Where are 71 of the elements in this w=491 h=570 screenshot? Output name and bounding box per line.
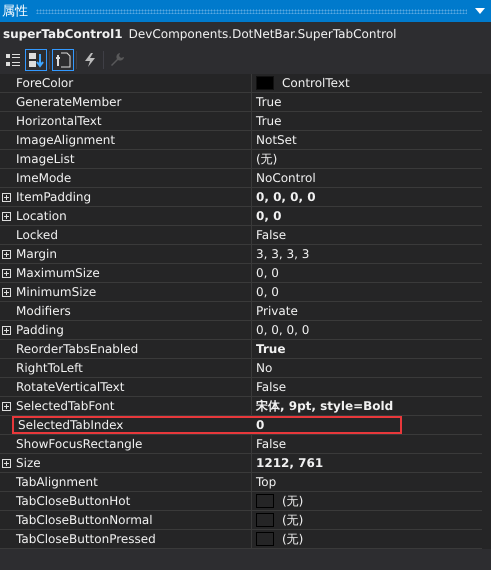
- property-value[interactable]: NoControl: [256, 171, 316, 185]
- property-value[interactable]: (无): [282, 530, 304, 548]
- property-name[interactable]: TabCloseButtonNormal: [16, 513, 153, 527]
- property-value[interactable]: (无): [282, 512, 304, 528]
- property-name[interactable]: Padding: [16, 323, 64, 337]
- object-type: DevComponents.DotNetBar.SuperTabControl: [128, 27, 397, 41]
- lightning-icon: [82, 52, 98, 68]
- property-name[interactable]: Margin: [16, 247, 57, 261]
- property-name[interactable]: SelectedTabFont: [16, 399, 114, 413]
- property-name[interactable]: ForeColor: [16, 76, 74, 90]
- dropdown-icon[interactable]: [475, 8, 485, 14]
- expand-icon[interactable]: [2, 212, 10, 220]
- property-name[interactable]: ImeMode: [16, 171, 72, 185]
- property-name[interactable]: TabCloseButtonHot: [16, 494, 130, 508]
- property-value[interactable]: True: [256, 342, 286, 356]
- property-value[interactable]: 0, 0: [256, 209, 282, 223]
- property-name[interactable]: HorizontalText: [16, 114, 102, 128]
- property-name[interactable]: TabCloseButtonPressed: [16, 532, 156, 546]
- property-value[interactable]: 0, 0: [256, 266, 279, 280]
- property-name[interactable]: Locked: [16, 228, 58, 242]
- property-value[interactable]: False: [256, 437, 286, 451]
- property-name[interactable]: ReorderTabsEnabled: [16, 342, 138, 356]
- expand-icon[interactable]: [2, 326, 10, 334]
- expand-icon[interactable]: [2, 192, 10, 202]
- sort-icon: [28, 52, 44, 68]
- expand-icon[interactable]: [2, 402, 10, 410]
- property-name[interactable]: ImageList: [16, 152, 75, 166]
- property-value[interactable]: 宋体, 9pt, style=Bold: [256, 398, 394, 414]
- object-name: superTabControl1: [3, 27, 123, 41]
- properties-icon: [55, 52, 71, 68]
- image-swatch: [256, 513, 274, 527]
- property-name[interactable]: Modifiers: [16, 304, 71, 318]
- property-name[interactable]: ItemPadding: [16, 190, 92, 204]
- toolbar-button[interactable]: [25, 49, 47, 71]
- property-value[interactable]: (无): [282, 492, 304, 510]
- toolbar-button[interactable]: [52, 49, 74, 71]
- property-name[interactable]: GenerateMember: [16, 95, 122, 109]
- property-name[interactable]: RightToLeft: [16, 361, 83, 375]
- property-value[interactable]: Private: [256, 304, 298, 318]
- image-swatch: [256, 532, 274, 546]
- property-value[interactable]: NotSet: [256, 133, 297, 147]
- property-name[interactable]: ShowFocusRectangle: [16, 437, 142, 451]
- categorized-icon: [5, 52, 21, 68]
- expand-icon[interactable]: [2, 250, 10, 258]
- expand-icon[interactable]: [2, 288, 10, 296]
- property-value[interactable]: False: [256, 228, 286, 242]
- property-value[interactable]: 0, 0, 0, 0: [256, 323, 310, 337]
- image-swatch: [256, 494, 274, 508]
- property-name[interactable]: MaximumSize: [16, 266, 100, 280]
- property-name[interactable]: Location: [16, 209, 67, 223]
- property-value[interactable]: ControlText: [282, 76, 350, 90]
- property-value[interactable]: (无): [256, 150, 278, 168]
- property-name[interactable]: MinimumSize: [16, 285, 96, 299]
- property-value[interactable]: Top: [256, 475, 276, 489]
- property-name[interactable]: TabAlignment: [16, 475, 98, 489]
- property-value[interactable]: 1212, 761: [256, 456, 324, 470]
- property-value[interactable]: False: [256, 380, 286, 394]
- property-value[interactable]: 0: [256, 418, 264, 432]
- property-value[interactable]: True: [256, 95, 282, 109]
- property-value[interactable]: No: [256, 361, 272, 375]
- property-name[interactable]: ImageAlignment: [16, 133, 116, 147]
- property-value[interactable]: 0, 0, 0, 0: [256, 190, 316, 204]
- property-value[interactable]: True: [256, 114, 282, 128]
- expand-icon[interactable]: [2, 268, 10, 278]
- property-name[interactable]: RotateVerticalText: [16, 380, 124, 394]
- property-value[interactable]: 0, 0: [256, 285, 279, 299]
- property-name[interactable]: Size: [16, 456, 41, 470]
- wrench-icon: [109, 52, 125, 68]
- expand-icon[interactable]: [2, 458, 10, 468]
- window-title: 属性: [2, 3, 28, 20]
- property-value[interactable]: 3, 3, 3, 3: [256, 247, 310, 261]
